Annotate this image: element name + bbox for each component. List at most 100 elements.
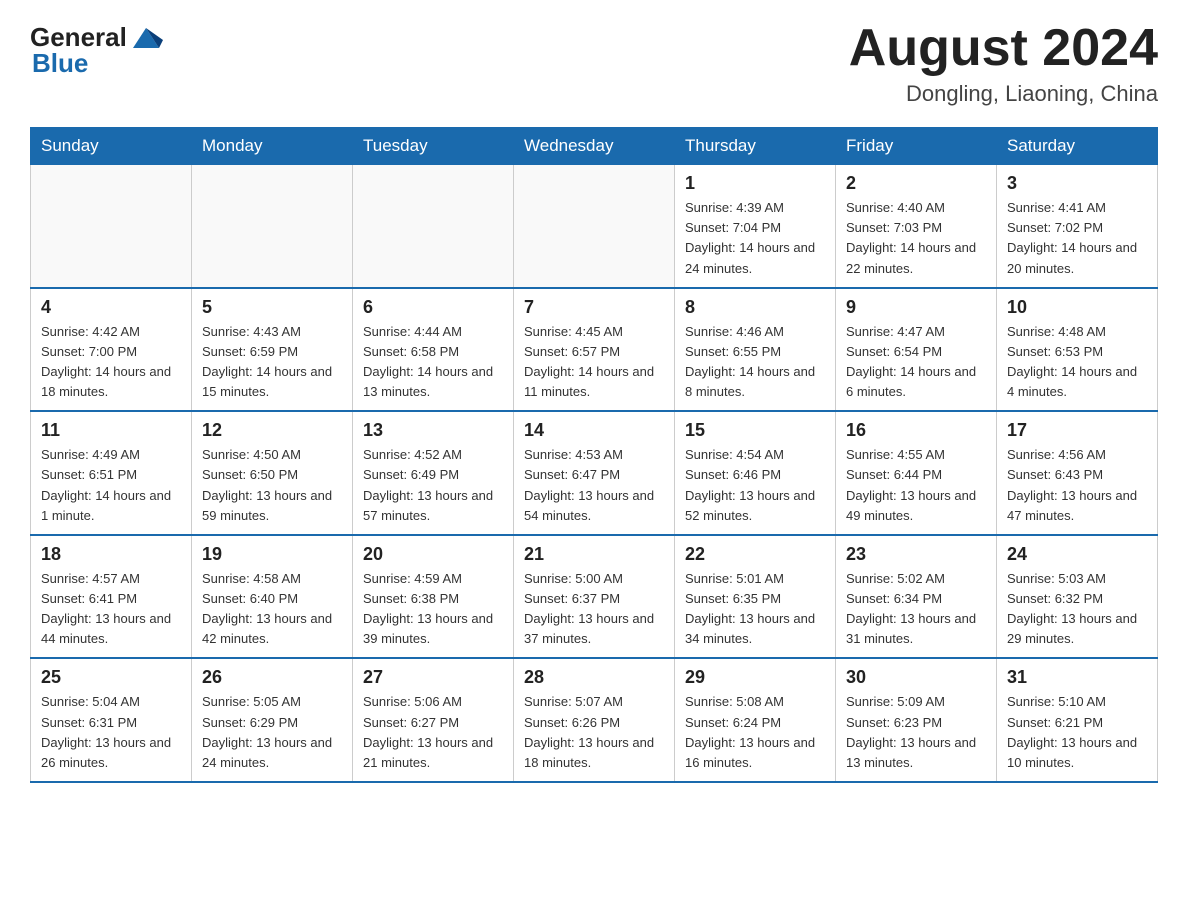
day-number: 7 [524, 297, 664, 318]
logo: General Blue [30, 20, 163, 79]
location-title: Dongling, Liaoning, China [849, 81, 1158, 107]
day-info: Sunrise: 4:52 AM Sunset: 6:49 PM Dayligh… [363, 445, 503, 526]
calendar-cell: 22 Sunrise: 5:01 AM Sunset: 6:35 PM Dayli… [675, 535, 836, 659]
calendar-cell: 15 Sunrise: 4:54 AM Sunset: 6:46 PM Dayli… [675, 411, 836, 535]
calendar-cell: 16Sunrise: 4:55 AM Sunset: 6:44 PM Dayli… [836, 411, 997, 535]
day-info: Sunrise: 4:41 AM Sunset: 7:02 PM Dayligh… [1007, 198, 1147, 279]
day-info: Sunrise: 5:05 AM Sunset: 6:29 PM Dayligh… [202, 692, 342, 773]
day-info: Sunrise: 4:57 AM Sunset: 6:41 PM Dayligh… [41, 569, 181, 650]
day-info: Sunrise: 5:08 AM Sunset: 6:24 PM Dayligh… [685, 692, 825, 773]
day-number: 1 [685, 173, 825, 194]
calendar-cell: 24 Sunrise: 5:03 AM Sunset: 6:32 PM Dayli… [997, 535, 1158, 659]
day-info: Sunrise: 5:01 AM Sunset: 6:35 PM Dayligh… [685, 569, 825, 650]
logo-blue-text: Blue [32, 48, 88, 79]
day-info: Sunrise: 5:00 AM Sunset: 6:37 PM Dayligh… [524, 569, 664, 650]
day-info: Sunrise: 5:10 AM Sunset: 6:21 PM Dayligh… [1007, 692, 1147, 773]
column-header-wednesday: Wednesday [514, 128, 675, 165]
day-number: 12 [202, 420, 342, 441]
calendar-week-row: 18Sunrise: 4:57 AM Sunset: 6:41 PM Dayli… [31, 535, 1158, 659]
logo-icon [129, 20, 163, 54]
calendar-cell: 23Sunrise: 5:02 AM Sunset: 6:34 PM Dayli… [836, 535, 997, 659]
column-header-sunday: Sunday [31, 128, 192, 165]
day-number: 13 [363, 420, 503, 441]
day-info: Sunrise: 5:04 AM Sunset: 6:31 PM Dayligh… [41, 692, 181, 773]
day-info: Sunrise: 5:09 AM Sunset: 6:23 PM Dayligh… [846, 692, 986, 773]
day-number: 15 [685, 420, 825, 441]
calendar-cell: 7 Sunrise: 4:45 AM Sunset: 6:57 PM Daylig… [514, 288, 675, 412]
calendar-cell: 2Sunrise: 4:40 AM Sunset: 7:03 PM Daylig… [836, 165, 997, 288]
day-number: 24 [1007, 544, 1147, 565]
day-number: 5 [202, 297, 342, 318]
day-info: Sunrise: 4:46 AM Sunset: 6:55 PM Dayligh… [685, 322, 825, 403]
day-info: Sunrise: 4:53 AM Sunset: 6:47 PM Dayligh… [524, 445, 664, 526]
calendar-cell: 3Sunrise: 4:41 AM Sunset: 7:02 PM Daylig… [997, 165, 1158, 288]
day-info: Sunrise: 5:03 AM Sunset: 6:32 PM Dayligh… [1007, 569, 1147, 650]
day-number: 6 [363, 297, 503, 318]
day-info: Sunrise: 5:06 AM Sunset: 6:27 PM Dayligh… [363, 692, 503, 773]
calendar-cell: 6Sunrise: 4:44 AM Sunset: 6:58 PM Daylig… [353, 288, 514, 412]
day-number: 27 [363, 667, 503, 688]
column-header-friday: Friday [836, 128, 997, 165]
day-number: 8 [685, 297, 825, 318]
day-number: 17 [1007, 420, 1147, 441]
day-number: 2 [846, 173, 986, 194]
day-number: 31 [1007, 667, 1147, 688]
day-info: Sunrise: 4:58 AM Sunset: 6:40 PM Dayligh… [202, 569, 342, 650]
day-info: Sunrise: 4:50 AM Sunset: 6:50 PM Dayligh… [202, 445, 342, 526]
day-number: 21 [524, 544, 664, 565]
day-number: 28 [524, 667, 664, 688]
day-info: Sunrise: 4:56 AM Sunset: 6:43 PM Dayligh… [1007, 445, 1147, 526]
calendar-cell [192, 165, 353, 288]
calendar-cell: 13 Sunrise: 4:52 AM Sunset: 6:49 PM Dayli… [353, 411, 514, 535]
calendar-table: SundayMondayTuesdayWednesdayThursdayFrid… [30, 127, 1158, 783]
calendar-cell: 21 Sunrise: 5:00 AM Sunset: 6:37 PM Dayli… [514, 535, 675, 659]
calendar-cell [514, 165, 675, 288]
day-number: 23 [846, 544, 986, 565]
day-info: Sunrise: 4:39 AM Sunset: 7:04 PM Dayligh… [685, 198, 825, 279]
day-number: 25 [41, 667, 181, 688]
day-number: 26 [202, 667, 342, 688]
calendar-cell: 14 Sunrise: 4:53 AM Sunset: 6:47 PM Dayli… [514, 411, 675, 535]
calendar-cell: 5Sunrise: 4:43 AM Sunset: 6:59 PM Daylig… [192, 288, 353, 412]
month-title: August 2024 [849, 20, 1158, 77]
day-number: 22 [685, 544, 825, 565]
calendar-week-row: 1 Sunrise: 4:39 AM Sunset: 7:04 PM Daylig… [31, 165, 1158, 288]
day-info: Sunrise: 4:45 AM Sunset: 6:57 PM Dayligh… [524, 322, 664, 403]
day-number: 9 [846, 297, 986, 318]
calendar-cell [31, 165, 192, 288]
day-number: 14 [524, 420, 664, 441]
day-number: 20 [363, 544, 503, 565]
calendar-cell: 9 Sunrise: 4:47 AM Sunset: 6:54 PM Daylig… [836, 288, 997, 412]
calendar-cell: 4Sunrise: 4:42 AM Sunset: 7:00 PM Daylig… [31, 288, 192, 412]
calendar-cell: 26 Sunrise: 5:05 AM Sunset: 6:29 PM Dayli… [192, 658, 353, 782]
day-number: 30 [846, 667, 986, 688]
calendar-header-row: SundayMondayTuesdayWednesdayThursdayFrid… [31, 128, 1158, 165]
day-info: Sunrise: 4:59 AM Sunset: 6:38 PM Dayligh… [363, 569, 503, 650]
day-number: 11 [41, 420, 181, 441]
calendar-cell: 25 Sunrise: 5:04 AM Sunset: 6:31 PM Dayli… [31, 658, 192, 782]
column-header-saturday: Saturday [997, 128, 1158, 165]
calendar-cell [353, 165, 514, 288]
calendar-week-row: 4Sunrise: 4:42 AM Sunset: 7:00 PM Daylig… [31, 288, 1158, 412]
calendar-cell: 19Sunrise: 4:58 AM Sunset: 6:40 PM Dayli… [192, 535, 353, 659]
calendar-cell: 17 Sunrise: 4:56 AM Sunset: 6:43 PM Dayli… [997, 411, 1158, 535]
day-info: Sunrise: 4:54 AM Sunset: 6:46 PM Dayligh… [685, 445, 825, 526]
calendar-cell: 20 Sunrise: 4:59 AM Sunset: 6:38 PM Dayli… [353, 535, 514, 659]
day-info: Sunrise: 4:49 AM Sunset: 6:51 PM Dayligh… [41, 445, 181, 526]
column-header-tuesday: Tuesday [353, 128, 514, 165]
day-number: 29 [685, 667, 825, 688]
calendar-week-row: 25 Sunrise: 5:04 AM Sunset: 6:31 PM Dayli… [31, 658, 1158, 782]
column-header-monday: Monday [192, 128, 353, 165]
day-info: Sunrise: 4:47 AM Sunset: 6:54 PM Dayligh… [846, 322, 986, 403]
calendar-cell: 10Sunrise: 4:48 AM Sunset: 6:53 PM Dayli… [997, 288, 1158, 412]
title-block: August 2024 Dongling, Liaoning, China [849, 20, 1158, 107]
day-number: 16 [846, 420, 986, 441]
calendar-cell: 28Sunrise: 5:07 AM Sunset: 6:26 PM Dayli… [514, 658, 675, 782]
calendar-cell: 30 Sunrise: 5:09 AM Sunset: 6:23 PM Dayli… [836, 658, 997, 782]
calendar-cell: 29 Sunrise: 5:08 AM Sunset: 6:24 PM Dayli… [675, 658, 836, 782]
column-header-thursday: Thursday [675, 128, 836, 165]
page-header: General Blue August 2024 Dongling, Liaon… [30, 20, 1158, 107]
day-info: Sunrise: 4:42 AM Sunset: 7:00 PM Dayligh… [41, 322, 181, 403]
calendar-cell: 12 Sunrise: 4:50 AM Sunset: 6:50 PM Dayli… [192, 411, 353, 535]
calendar-cell: 31 Sunrise: 5:10 AM Sunset: 6:21 PM Dayli… [997, 658, 1158, 782]
